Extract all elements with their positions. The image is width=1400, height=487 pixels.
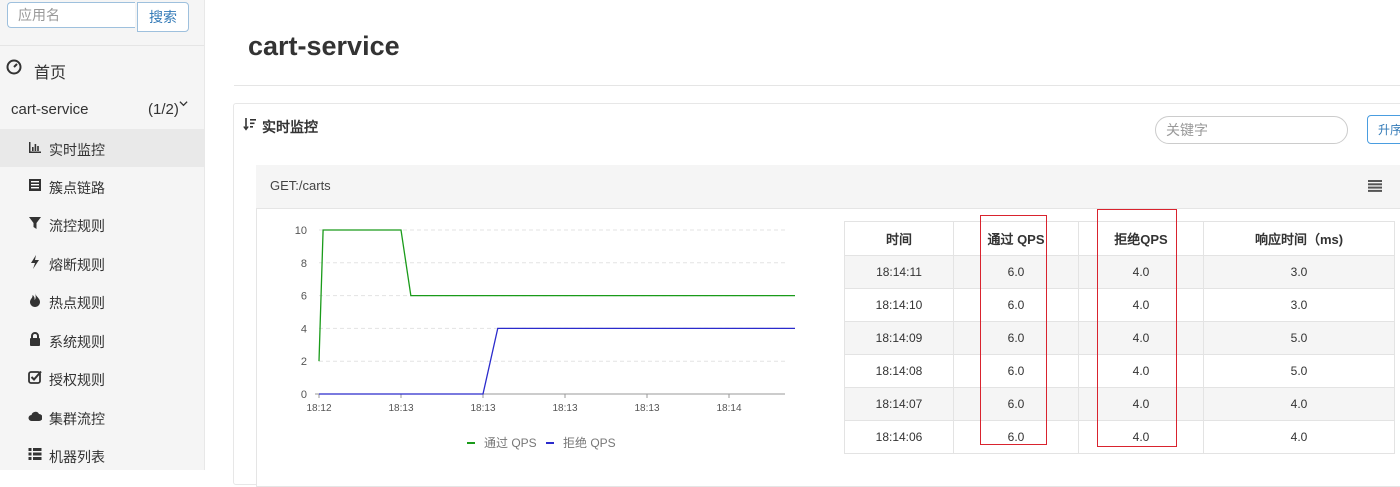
sidebar-item-auth-rules[interactable]: 授权规则 (0, 359, 204, 397)
sidebar-item-resource-chain[interactable]: 簇点链路 (0, 167, 204, 205)
legend-label: 拒绝 QPS (563, 435, 616, 450)
dashboard-icon (6, 59, 22, 75)
sidebar-item-label: 熔断规则 (49, 257, 105, 273)
y-tick-label: 6 (301, 291, 307, 303)
keyword-search-input[interactable] (1155, 116, 1348, 144)
sidebar-item-cluster-flow[interactable]: 集群流控 (0, 398, 204, 436)
nav-app-toggle[interactable]: cart-service (1/2) (0, 92, 204, 126)
cell-rt: 3.0 (1203, 288, 1395, 322)
cell-rt: 4.0 (1203, 420, 1395, 454)
sidebar-item-flow-rules[interactable]: 流控规则 (0, 205, 204, 243)
th-list-icon (28, 448, 42, 460)
sidebar-item-label: 流控规则 (49, 218, 105, 234)
sidebar-item-degrade-rules[interactable]: 熔断规则 (0, 244, 204, 282)
x-tick-label: 18:12 (306, 403, 331, 414)
sidebar-item-label: 热点规则 (49, 295, 105, 311)
sidebar-item-hotspot-rules[interactable]: 热点规则 (0, 282, 204, 320)
cloud-icon (28, 411, 42, 421)
highlight-box-block-qps (1097, 209, 1177, 447)
nav-home-label: 首页 (34, 65, 67, 82)
sort-amount-icon (243, 118, 256, 131)
cell-rt: 5.0 (1203, 321, 1395, 355)
sidebar: 搜索 首页 cart-service (1/2) 实时监控 簇点链路 (0, 0, 205, 470)
cell-time: 18:14:06 (844, 420, 954, 454)
cell-rt: 4.0 (1203, 387, 1395, 421)
resource-name: GET:/carts (270, 178, 331, 193)
hamburger-menu-icon[interactable] (1368, 180, 1382, 192)
sidebar-item-realtime-monitor[interactable]: 实时监控 (0, 129, 204, 167)
y-tick-label: 8 (301, 258, 307, 270)
app-name: cart-service (11, 101, 89, 118)
qps-line-chart: 0 2 4 6 8 10 18:12 18:13 18:13 18:13 18:13 18:14 通过 … (295, 225, 795, 450)
cell-rt: 3.0 (1203, 255, 1395, 289)
sort-order-button[interactable]: 升序 (1367, 115, 1400, 144)
cell-time: 18:14:09 (844, 321, 954, 355)
y-tick-label: 0 (301, 389, 307, 401)
y-tick-label: 10 (295, 225, 307, 237)
sidebar-item-machine-list[interactable]: 机器列表 (0, 436, 204, 474)
divider (234, 85, 1400, 86)
x-tick-label: 18:13 (634, 403, 659, 414)
cell-time: 18:14:07 (844, 387, 954, 421)
legend-label: 通过 QPS (484, 436, 537, 450)
col-time-header: 时间 (844, 221, 954, 256)
x-tick-label: 18:14 (716, 403, 741, 414)
panel-title: 实时监控 (262, 119, 318, 135)
search-button[interactable]: 搜索 (137, 2, 189, 32)
fire-icon (30, 293, 40, 307)
cell-time: 18:14:11 (844, 255, 954, 289)
list-table-icon (29, 179, 41, 191)
sidebar-item-label: 集群流控 (49, 411, 105, 427)
check-square-icon (28, 370, 42, 384)
col-rt-header: 响应时间（ms) (1203, 221, 1395, 256)
chevron-down-icon (179, 101, 188, 107)
sidebar-item-label: 簇点链路 (49, 180, 105, 196)
y-tick-label: 4 (301, 323, 307, 335)
cell-time: 18:14:08 (844, 354, 954, 388)
flash-icon (31, 255, 39, 269)
app-machine-count: (1/2) (148, 101, 179, 118)
cell-time: 18:14:10 (844, 288, 954, 322)
x-tick-label: 18:13 (552, 403, 577, 414)
y-tick-label: 2 (301, 356, 307, 368)
page-title: cart-service (248, 31, 400, 61)
sidebar-item-label: 机器列表 (49, 449, 105, 465)
nav-home[interactable]: 首页 (0, 50, 204, 86)
divider (0, 45, 204, 46)
highlight-box-pass-qps (980, 215, 1047, 445)
bar-chart-icon (29, 142, 41, 153)
x-tick-label: 18:13 (470, 403, 495, 414)
lock-icon (30, 332, 40, 346)
sidebar-item-label: 系统规则 (49, 334, 105, 350)
sidebar-item-system-rules[interactable]: 系统规则 (0, 321, 204, 359)
sidebar-item-label: 授权规则 (49, 372, 105, 388)
resource-card-header (256, 165, 1400, 209)
sidebar-item-label: 实时监控 (49, 142, 105, 158)
x-tick-label: 18:13 (388, 403, 413, 414)
filter-icon (29, 217, 41, 229)
app-search-input[interactable] (7, 2, 135, 28)
cell-rt: 5.0 (1203, 354, 1395, 388)
